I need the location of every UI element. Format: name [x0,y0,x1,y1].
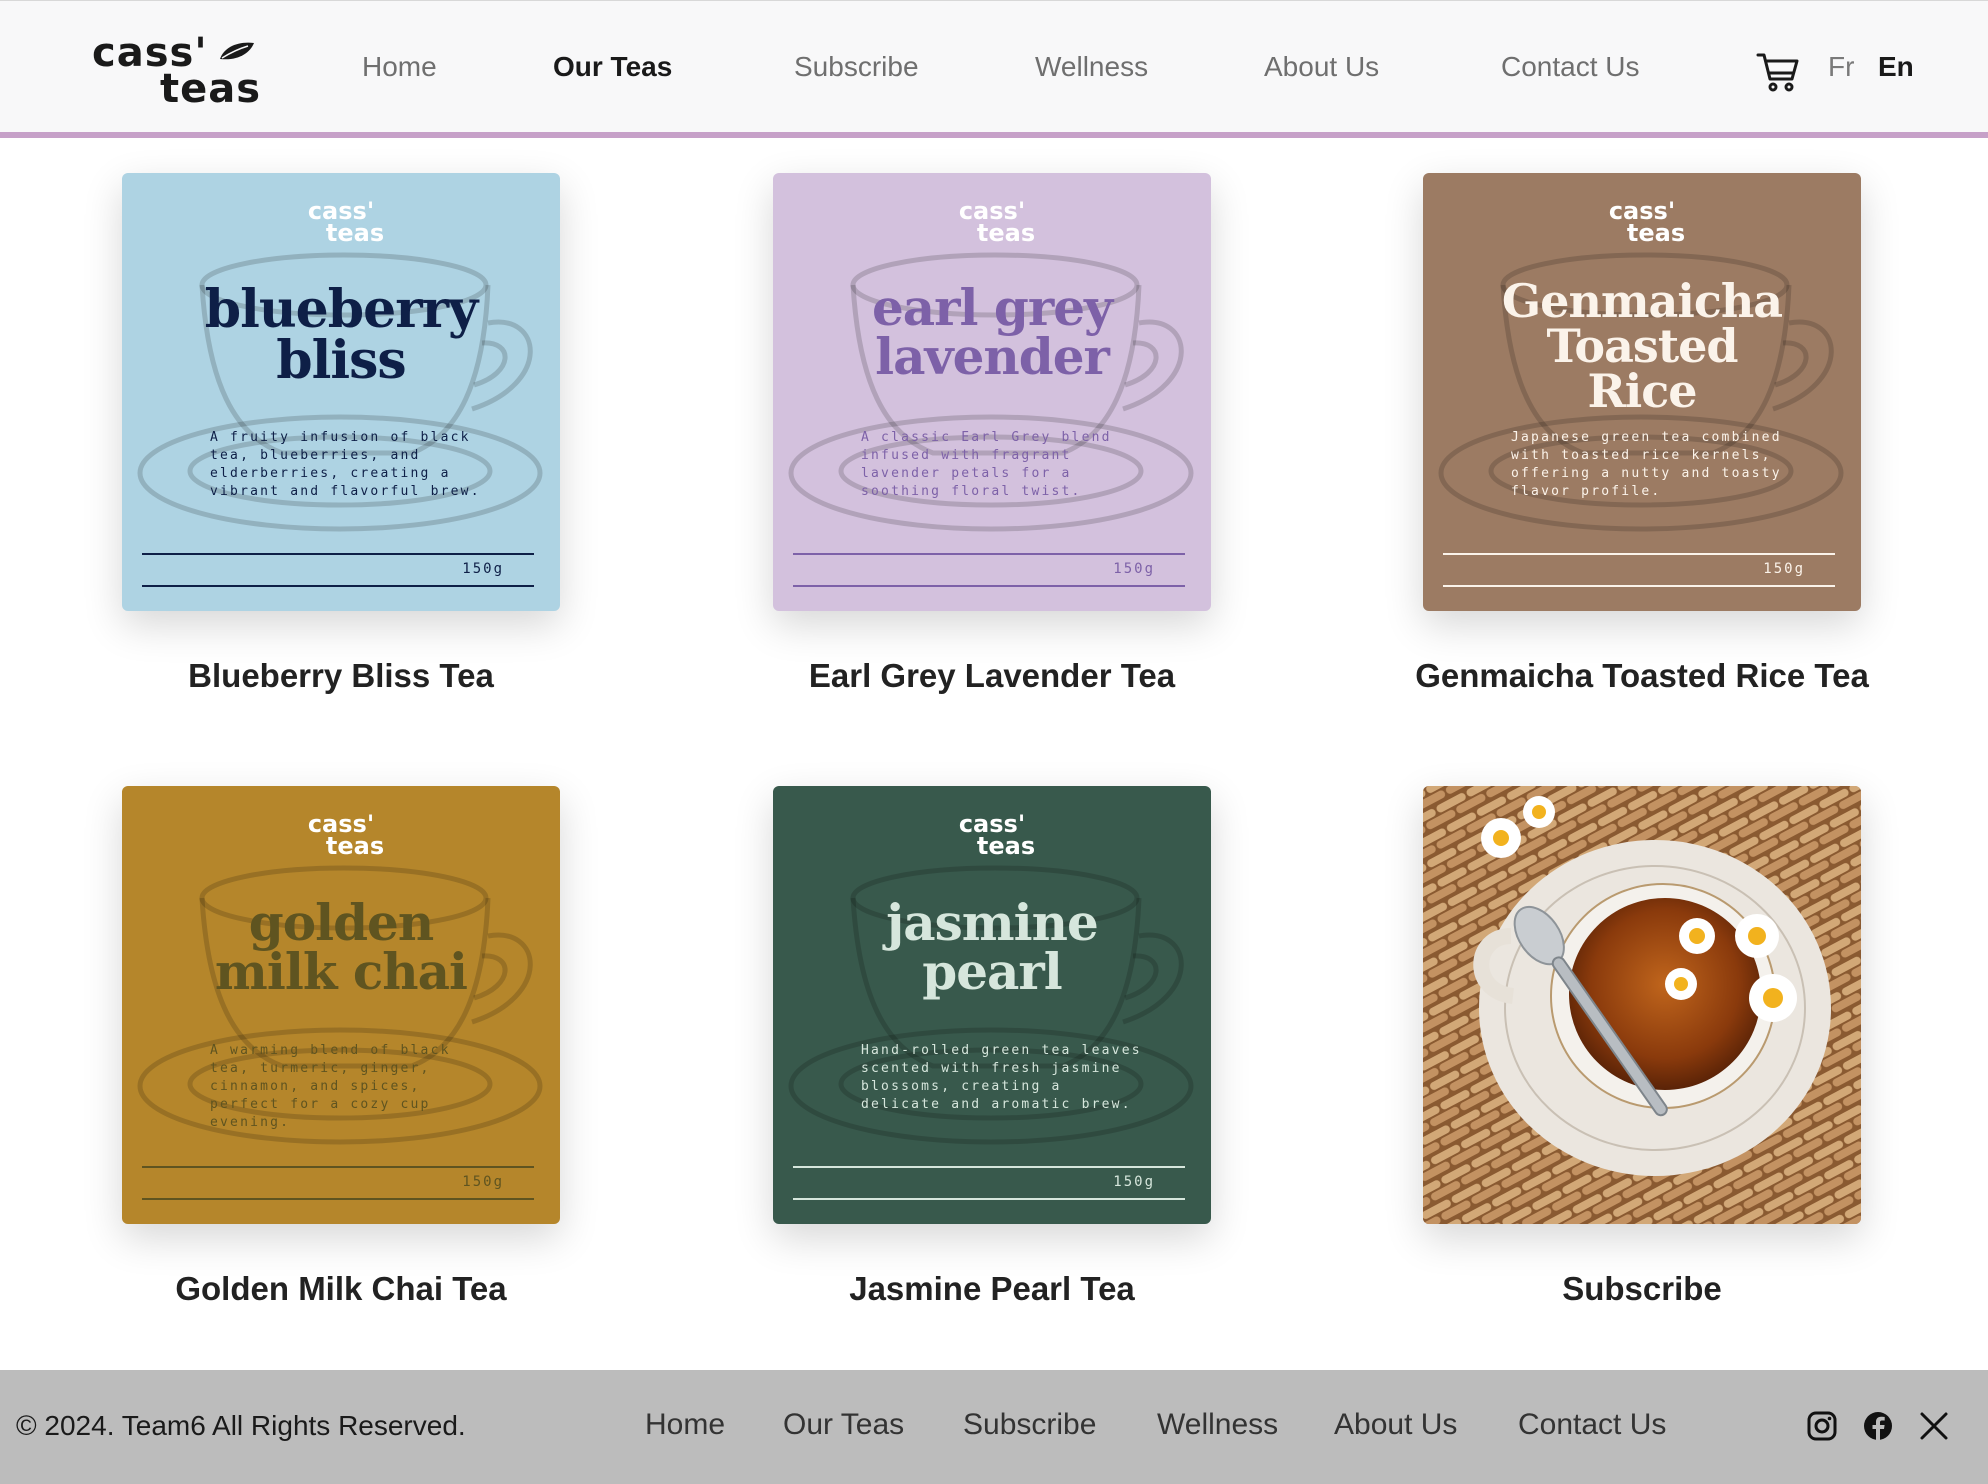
x-icon[interactable] [1918,1410,1950,1442]
product-title[interactable]: Blueberry Bliss Tea [82,657,600,695]
package-brand: cass' teas [307,810,385,860]
package-rule-bottom [142,585,534,587]
package-brand: cass' teas [958,197,1036,247]
package-name: Genmaicha Toasted Rice [1501,274,1783,419]
package-brand: cass' teas [958,810,1036,860]
footer-link-wellness[interactable]: Wellness [1157,1408,1278,1442]
footer-link-home[interactable]: Home [645,1408,725,1442]
package-rule-bottom [793,1198,1185,1200]
brand-logo[interactable]: cass' teas [92,33,272,109]
lang-en[interactable]: En [1878,51,1914,83]
tea-package[interactable]: cass' teas golden milk chai A warming blen… [122,786,560,1224]
leaf-icon [220,42,254,60]
site-header: cass' teas Home Our Teas Subscribe Welln… [0,0,1988,138]
copyright: © 2024. Team6 All Rights Reserved. [16,1410,466,1441]
package-description: A warming blend of black tea, turmeric, … [210,1043,451,1130]
package-rule-bottom [793,585,1185,587]
package-weight: 150g [1113,561,1155,577]
nav-wellness[interactable]: Wellness [1035,51,1148,83]
nav-about-us[interactable]: About Us [1264,51,1379,83]
tea-package[interactable]: cass' teas earl grey lavender A classic Ea… [773,173,1211,611]
package-brand: cass' teas [307,197,385,247]
package-rule-top [1443,553,1835,555]
product-title[interactable]: Golden Milk Chai Tea [82,1270,600,1308]
package-weight: 150g [462,1174,504,1190]
footer-link-subscribe[interactable]: Subscribe [963,1408,1096,1442]
product-title[interactable]: Jasmine Pearl Tea [733,1270,1251,1308]
nav-our-teas[interactable]: Our Teas [553,51,672,83]
package-rule-bottom [142,1198,534,1200]
tea-package[interactable]: cass' teas jasmine pearl Hand-rolled green… [773,786,1211,1224]
package-rule-top [142,1166,534,1168]
footer-link-contact-us[interactable]: Contact Us [1518,1408,1666,1442]
cart-icon[interactable] [1756,49,1800,93]
package-name: golden milk chai [214,893,468,1001]
package-rule-top [142,553,534,555]
product-title[interactable]: Earl Grey Lavender Tea [733,657,1251,695]
package-name: earl grey lavender [871,278,1113,386]
package-description: A classic Earl Grey blend infused with f… [861,430,1112,499]
subscribe-card-title[interactable]: Subscribe [1383,1270,1901,1308]
package-brand: cass' teas [1608,197,1686,247]
package-name: jasmine pearl [886,893,1099,1001]
package-rule-top [793,1166,1185,1168]
lang-fr[interactable]: Fr [1828,51,1854,83]
facebook-icon[interactable] [1862,1410,1894,1442]
package-rule-top [793,553,1185,555]
logo-line-2: teas [160,66,262,112]
package-weight: 150g [1763,561,1805,577]
nav-contact-us[interactable]: Contact Us [1501,51,1640,83]
instagram-icon[interactable] [1806,1410,1838,1442]
package-weight: 150g [462,561,504,577]
package-description: Japanese green tea combined with toasted… [1511,430,1782,499]
site-footer: © 2024. Team6 All Rights Reserved. Home … [0,1370,1988,1484]
product-title[interactable]: Genmaicha Toasted Rice Tea [1383,657,1901,695]
package-name: blueberry bliss [204,279,478,391]
package-weight: 150g [1113,1174,1155,1190]
tea-cup-with-chamomile-photo[interactable] [1423,786,1861,1224]
nav-home[interactable]: Home [362,51,437,83]
tea-photo-illustration [1423,786,1861,1224]
tea-package[interactable]: cass' teas blueberry bliss A fruity infusi… [122,173,560,611]
package-description: A fruity infusion of black tea, blueberr… [210,430,481,499]
package-description: Hand-rolled green tea leaves scented wit… [861,1043,1142,1112]
footer-link-our-teas[interactable]: Our Teas [783,1408,904,1442]
package-rule-bottom [1443,585,1835,587]
tea-package[interactable]: cass' teas Genmaicha Toasted Rice Japanese … [1423,173,1861,611]
nav-subscribe[interactable]: Subscribe [794,51,919,83]
footer-link-about-us[interactable]: About Us [1334,1408,1457,1442]
